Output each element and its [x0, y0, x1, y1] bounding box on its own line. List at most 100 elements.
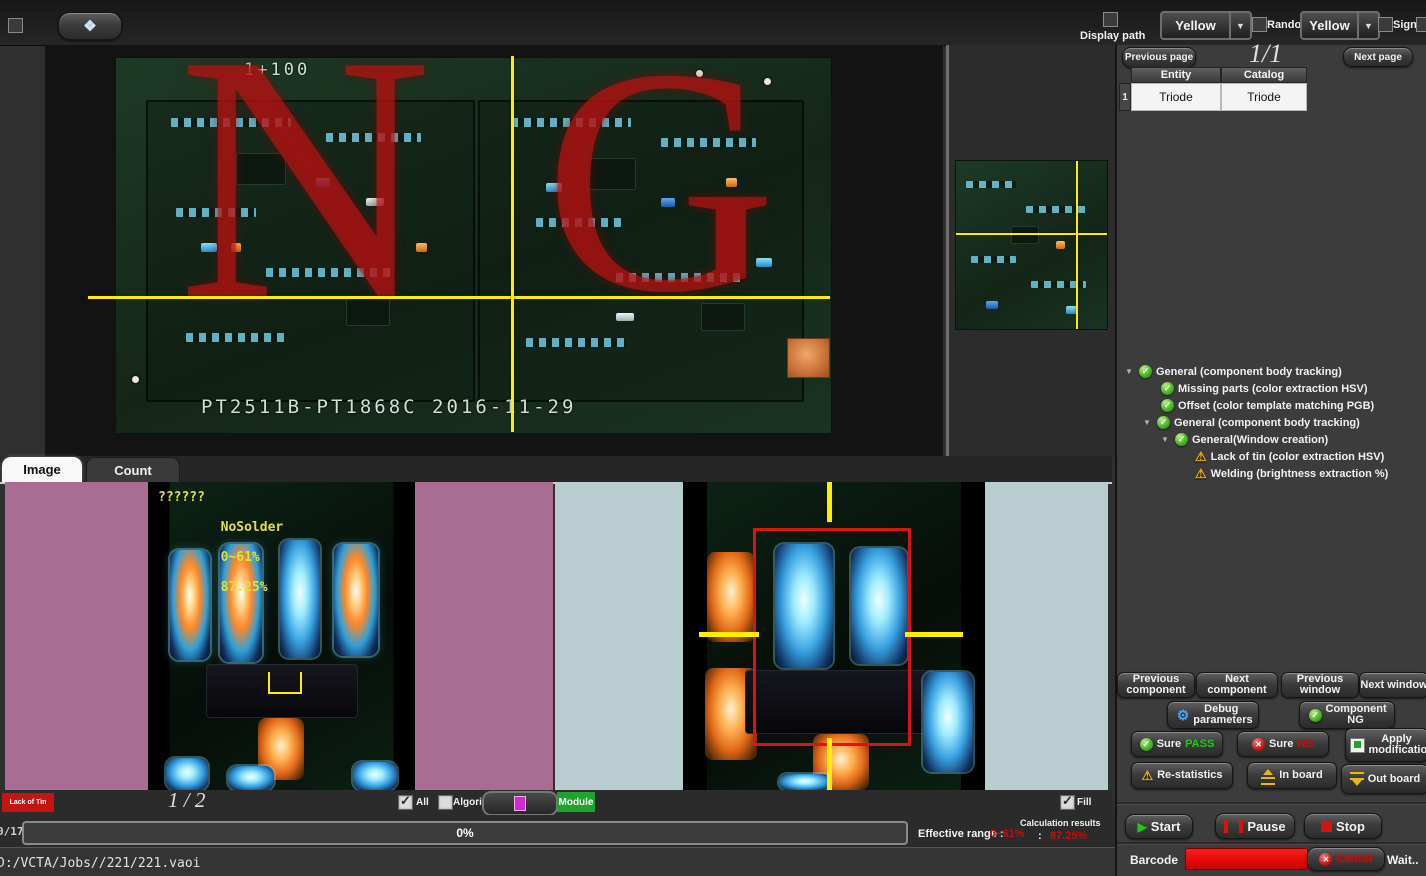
display-path-label: Display path [1080, 30, 1145, 42]
solder-pad [334, 544, 378, 656]
algorithm-checkbox[interactable] [438, 795, 453, 810]
stop-icon [1321, 821, 1332, 832]
pcb-fiducial-hole [132, 376, 139, 383]
pcb-component-row [966, 181, 1016, 188]
tree-item-general-tracking-1[interactable]: General (component body tracking) [1121, 363, 1421, 380]
sure-pass-prefix: Sure [1157, 739, 1181, 750]
apply-modification-label: Apply modification [1369, 734, 1425, 756]
barcode-input[interactable] [1185, 848, 1308, 870]
chevron-down-icon[interactable]: ▼ [1357, 13, 1378, 38]
tree-expander-icon[interactable] [1125, 368, 1135, 376]
display-path-checkbox[interactable] [1103, 12, 1118, 27]
expand-all-icon [83, 19, 96, 34]
defect-page-indicator: 1 / 2 [168, 788, 205, 813]
solder-pad [923, 672, 973, 772]
expand-view-button[interactable] [58, 12, 122, 40]
color-select-left[interactable]: Yellow ▼ [1160, 11, 1252, 40]
all-label: All [416, 797, 429, 808]
start-button[interactable]: Start [1125, 814, 1193, 839]
previous-page-button[interactable]: Previous page [1122, 47, 1196, 68]
out-board-button[interactable]: Out board [1341, 764, 1426, 794]
sure-pass-button[interactable]: Sure PASS [1131, 731, 1223, 757]
tree-expander-icon[interactable] [1161, 436, 1171, 444]
defect-closeup-photo[interactable]: ?????? NoSolder 0~61% 87.25% [148, 482, 415, 790]
fill-checkbox[interactable] [1060, 795, 1075, 810]
all-checkbox[interactable] [398, 795, 413, 810]
progress-bar: 0% [22, 821, 908, 845]
zoom-thumbnail-photo[interactable] [955, 160, 1108, 330]
debug-parameters-button[interactable]: Debug parameters [1167, 701, 1259, 729]
solder-pad [353, 762, 397, 790]
component-ng-button[interactable]: Component NG [1299, 701, 1395, 729]
stop-button[interactable]: Stop [1304, 813, 1382, 839]
toolbar-checkbox-left[interactable] [8, 18, 23, 33]
module-image-panel [555, 482, 1108, 790]
pcb-component [986, 301, 998, 309]
debug-icon [1177, 708, 1190, 722]
tab-image[interactable]: Image [2, 457, 82, 482]
crosshair-vertical-line [511, 56, 514, 432]
tab-count-label: Count [114, 463, 152, 478]
tree-item-label: Lack of tin (color extraction HSV) [1211, 451, 1385, 463]
pause-button[interactable]: Pause [1215, 813, 1295, 839]
tree-item-general-tracking-2[interactable]: General (component body tracking) [1121, 414, 1421, 431]
random-checkbox[interactable] [1252, 17, 1267, 32]
table-corner [1119, 67, 1131, 83]
color-select-right[interactable]: Yellow ▼ [1300, 11, 1380, 40]
ng-overlay-letter-n: N [178, 57, 432, 358]
module-badge: Module [557, 792, 595, 812]
crosshair-horizontal-line [88, 296, 830, 299]
tab-count[interactable]: Count [86, 457, 180, 483]
table-cell-entity[interactable]: Triode [1131, 83, 1221, 111]
pcb-serial-bottom: PT2511B-PT1868C 2016-11-29 [201, 396, 576, 418]
tree-item-lack-of-tin[interactable]: Lack of tin (color extraction HSV) [1121, 448, 1421, 465]
warning-triangle-icon [1195, 467, 1207, 480]
main-board-viewport[interactable]: 1+100 PT2511B-PT1868C 2016-11-29 N G [45, 45, 943, 457]
pcb-component [1056, 241, 1065, 249]
next-component-button[interactable]: Next component [1196, 672, 1278, 698]
clipped-checkbox[interactable] [1416, 17, 1426, 32]
overlay-color-button[interactable] [482, 791, 558, 816]
next-window-button[interactable]: Next window [1359, 672, 1426, 698]
table-cell-catalog[interactable]: Triode [1221, 83, 1307, 111]
tree-item-offset[interactable]: Offset (color template matching PGB) [1121, 397, 1421, 414]
solder-pad [707, 552, 755, 642]
previous-window-button[interactable]: Previous window [1281, 672, 1359, 698]
in-board-label: In board [1279, 770, 1322, 781]
barcode-cancel-button[interactable]: Cancel [1307, 847, 1385, 871]
module-closeup-photo[interactable] [683, 482, 985, 790]
ng-overlay-letter-g: G [544, 57, 777, 346]
warning-triangle-icon [1141, 769, 1153, 782]
play-icon [1138, 821, 1147, 833]
tree-item-missing-parts[interactable]: Missing parts (color extraction HSV) [1121, 380, 1421, 397]
next-page-button[interactable]: Next page [1343, 47, 1413, 67]
apply-modification-button[interactable]: Apply modification [1345, 728, 1426, 762]
right-control-panel: Previous page 1/1 Next page Entity Catal… [1115, 45, 1426, 876]
window-marker-top [827, 482, 832, 522]
tree-item-window-creation[interactable]: General(Window creation) [1121, 431, 1421, 448]
column-header-entity[interactable]: Entity [1131, 67, 1221, 83]
page-indicator: 1/1 [1249, 39, 1282, 69]
previous-component-button[interactable]: Previous component [1117, 672, 1195, 698]
tree-item-label: Welding (brightness extraction %) [1211, 468, 1389, 480]
sign-checkbox[interactable] [1378, 17, 1393, 32]
inspection-window-rectangle [753, 528, 911, 746]
sure-ng-button[interactable]: Sure NG [1237, 731, 1329, 757]
color-swatch [514, 796, 526, 811]
check-circle-icon [1139, 365, 1152, 378]
entity-table: Entity Catalog 1 Triode Triode [1119, 67, 1307, 111]
barcode-cancel-label: Cancel [1336, 854, 1372, 865]
pause-label: Pause [1247, 821, 1285, 832]
tree-item-welding[interactable]: Welding (brightness extraction %) [1121, 465, 1421, 482]
tab-image-label: Image [23, 462, 61, 477]
re-statistics-button[interactable]: Re-statistics [1131, 762, 1233, 789]
in-board-button[interactable]: In board [1247, 762, 1337, 789]
fill-label: Fill [1077, 797, 1091, 808]
pcb-board-photo[interactable]: 1+100 PT2511B-PT1868C 2016-11-29 N G [115, 57, 832, 434]
tree-item-label: General (component body tracking) [1174, 417, 1360, 429]
chevron-down-icon[interactable]: ▼ [1229, 13, 1250, 38]
warning-triangle-icon [1195, 450, 1207, 463]
column-header-catalog[interactable]: Catalog [1221, 67, 1307, 83]
check-circle-icon [1161, 399, 1174, 412]
tree-expander-icon[interactable] [1143, 419, 1153, 427]
